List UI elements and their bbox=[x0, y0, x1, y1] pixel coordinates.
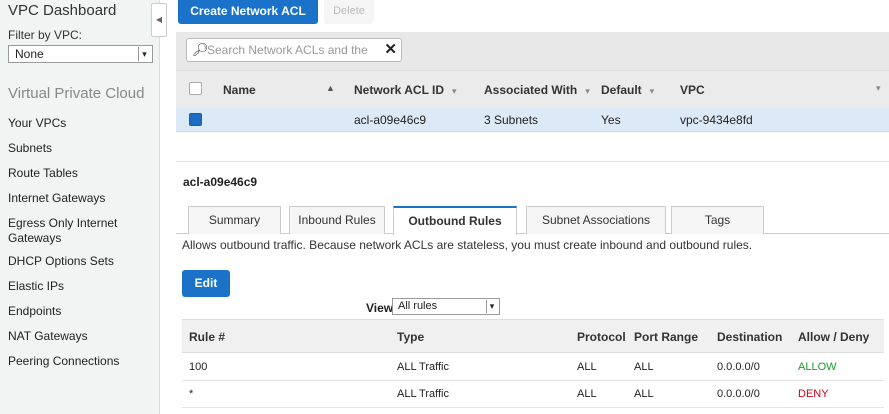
clear-search-icon[interactable]: ✕ bbox=[384, 40, 397, 58]
search-panel: 🔎︎ Search Network ACLs and the ✕ bbox=[176, 32, 889, 70]
col-rule-number: Rule # bbox=[189, 330, 226, 344]
acl-table-header: Name ▲ Network ACL ID ▾ Associated With ▾ … bbox=[176, 70, 889, 108]
col-protocol: Protocol bbox=[577, 330, 626, 344]
search-placeholder: Search Network ACLs and the bbox=[207, 43, 368, 57]
cell-associated: 3 Subnets bbox=[484, 113, 539, 127]
cell-acl-id: acl-a09e46c9 bbox=[354, 113, 427, 127]
collapse-sidebar-icon[interactable]: ◀ bbox=[151, 3, 167, 37]
chevron-down-icon: ▾ bbox=[138, 47, 150, 61]
tab-subnet-associations[interactable]: Subnet Associations bbox=[526, 206, 666, 234]
cell-port-range: ALL bbox=[634, 388, 654, 400]
cell-rule-number: 100 bbox=[189, 361, 208, 373]
sidebar-section-title: Virtual Private Cloud bbox=[8, 85, 145, 102]
cell-default: Yes bbox=[601, 113, 621, 127]
rules-description: Allows outbound traffic. Because network… bbox=[182, 238, 753, 252]
search-icon: 🔎︎ bbox=[192, 42, 209, 57]
cell-destination: 0.0.0.0/0 bbox=[717, 361, 760, 373]
sort-up-icon[interactable]: ▲ bbox=[326, 83, 335, 93]
vpc-filter-select[interactable]: None ▾ bbox=[8, 45, 153, 63]
col-destination: Destination bbox=[717, 330, 783, 344]
col-type: Type bbox=[397, 330, 425, 344]
sidebar-item-endpoints[interactable]: Endpoints bbox=[8, 304, 158, 329]
sidebar-nav: Your VPCs Subnets Route Tables Internet … bbox=[8, 116, 158, 379]
cell-type: ALL Traffic bbox=[397, 388, 449, 400]
tab-outbound-rules[interactable]: Outbound Rules bbox=[393, 206, 517, 235]
cell-destination: 0.0.0.0/0 bbox=[717, 388, 760, 400]
col-acl-id[interactable]: Network ACL ID ▾ bbox=[354, 83, 457, 97]
sidebar: VPC Dashboard Filter by VPC: None ▾ Virt… bbox=[0, 0, 160, 414]
tab-tags[interactable]: Tags bbox=[671, 206, 764, 234]
tab-inbound-rules[interactable]: Inbound Rules bbox=[289, 206, 385, 234]
delete-button[interactable]: Delete bbox=[324, 0, 374, 24]
sort-icon: ▾ bbox=[585, 86, 590, 96]
main-content: Create Network ACL Delete 🔎︎ Search Netw… bbox=[176, 0, 889, 414]
table-row: * ALL Traffic ALL ALL 0.0.0.0/0 DENY bbox=[182, 381, 884, 408]
edit-button[interactable]: Edit bbox=[182, 270, 230, 297]
col-port-range: Port Range bbox=[634, 330, 699, 344]
view-filter-value: All rules bbox=[398, 300, 438, 312]
divider bbox=[176, 161, 889, 162]
create-acl-button[interactable]: Create Network ACL bbox=[178, 0, 318, 24]
sort-icon: ▾ bbox=[452, 86, 457, 96]
cell-port-range: ALL bbox=[634, 361, 654, 373]
sidebar-item-your-vpcs[interactable]: Your VPCs bbox=[8, 116, 158, 141]
search-input[interactable]: 🔎︎ Search Network ACLs and the ✕ bbox=[186, 38, 402, 62]
detail-title: acl-a09e46c9 bbox=[183, 175, 258, 189]
view-filter-select[interactable]: All rules ▾ bbox=[392, 298, 500, 315]
sidebar-item-peering[interactable]: Peering Connections bbox=[8, 354, 158, 379]
filter-label: Filter by VPC: bbox=[8, 28, 83, 42]
cell-protocol: ALL bbox=[577, 388, 597, 400]
tab-summary[interactable]: Summary bbox=[188, 206, 281, 234]
sidebar-item-route-tables[interactable]: Route Tables bbox=[8, 166, 158, 191]
row-checkbox[interactable] bbox=[189, 113, 202, 126]
status-badge: ALLOW bbox=[798, 361, 837, 373]
detail-tabs: Summary Inbound Rules Outbound Rules Sub… bbox=[176, 206, 889, 235]
sidebar-item-nat-gateways[interactable]: NAT Gateways bbox=[8, 329, 158, 354]
sidebar-item-elastic-ips[interactable]: Elastic IPs bbox=[8, 279, 158, 304]
col-name[interactable]: Name bbox=[223, 83, 256, 97]
cell-protocol: ALL bbox=[577, 361, 597, 373]
col-allow-deny: Allow / Deny bbox=[798, 330, 870, 344]
vpc-filter-value: None bbox=[15, 47, 44, 61]
cell-type: ALL Traffic bbox=[397, 361, 449, 373]
select-all-checkbox[interactable] bbox=[189, 82, 202, 95]
col-associated[interactable]: Associated With ▾ bbox=[484, 83, 590, 97]
sort-icon: ▾ bbox=[649, 86, 655, 96]
sidebar-item-subnets[interactable]: Subnets bbox=[8, 141, 158, 166]
table-row: 100 ALL Traffic ALL ALL 0.0.0.0/0 ALLOW bbox=[182, 354, 884, 381]
col-default[interactable]: Default ▾ bbox=[601, 83, 654, 97]
sidebar-item-internet-gateways[interactable]: Internet Gateways bbox=[8, 191, 158, 216]
table-row[interactable]: acl-a09e46c9 3 Subnets Yes vpc-9434e8fd bbox=[176, 108, 889, 132]
cell-rule-number: * bbox=[189, 388, 194, 400]
status-badge: DENY bbox=[798, 388, 829, 400]
rules-table-header: Rule # Type Protocol Port Range Destinat… bbox=[182, 319, 884, 353]
chevron-down-icon: ▾ bbox=[486, 300, 497, 313]
col-vpc[interactable]: VPC bbox=[680, 83, 705, 97]
sidebar-item-egress-gateways[interactable]: Egress Only Internet Gateways bbox=[8, 216, 158, 254]
chevron-down-icon[interactable]: ▾ bbox=[876, 83, 881, 94]
cell-vpc: vpc-9434e8fd bbox=[680, 113, 753, 127]
sidebar-title[interactable]: VPC Dashboard bbox=[8, 2, 116, 19]
sidebar-item-dhcp-options[interactable]: DHCP Options Sets bbox=[8, 254, 158, 279]
